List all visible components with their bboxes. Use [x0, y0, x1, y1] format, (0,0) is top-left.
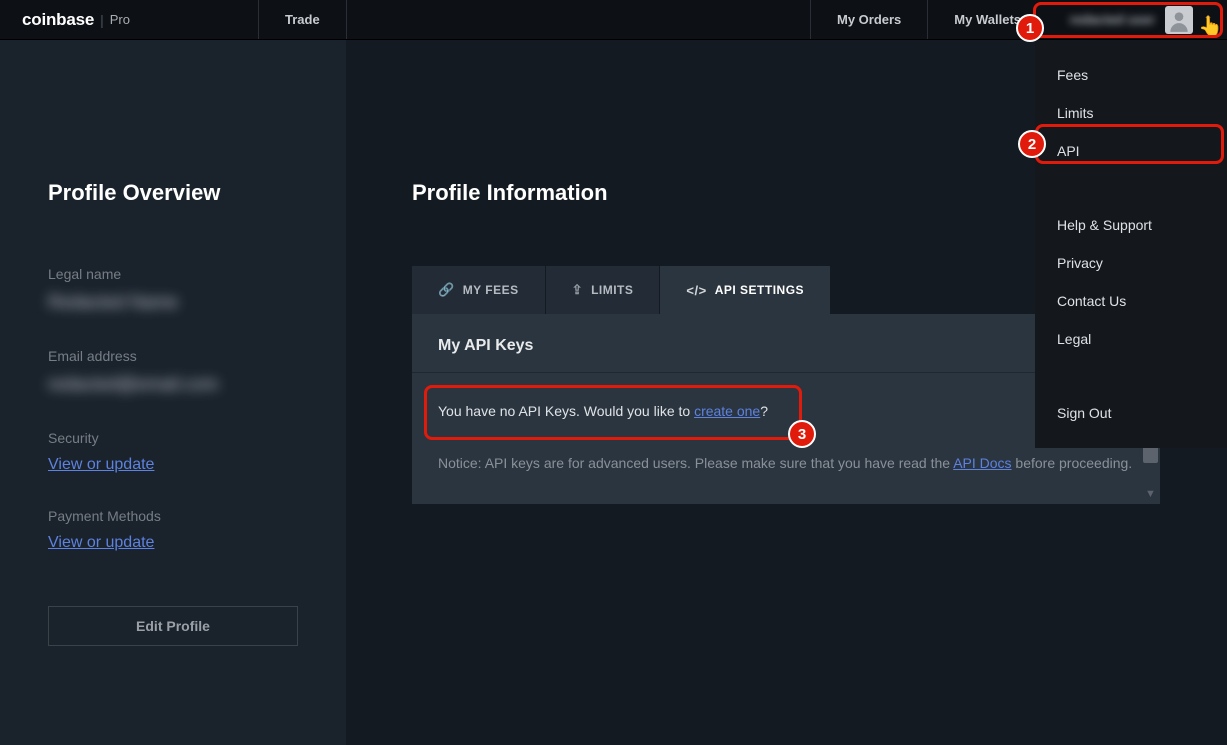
email-value: redacted@email.com	[48, 374, 298, 396]
dd-contact[interactable]: Contact Us	[1035, 282, 1227, 320]
dd-fees[interactable]: Fees	[1035, 56, 1227, 94]
link-icon: 🔗	[438, 282, 455, 298]
nav-my-wallets[interactable]: My Wallets	[927, 0, 1047, 39]
upload-icon: ⇪	[572, 282, 583, 298]
edit-profile-button[interactable]: Edit Profile	[48, 606, 298, 646]
no-api-text-prefix: You have no API Keys. Would you like to	[438, 403, 694, 419]
brand-logo[interactable]: coinbase | Pro	[0, 0, 259, 39]
brand-separator: |	[100, 12, 104, 28]
dd-privacy[interactable]: Privacy	[1035, 244, 1227, 282]
dd-limits[interactable]: Limits	[1035, 94, 1227, 132]
payment-label: Payment Methods	[48, 508, 298, 524]
brand-suffix: Pro	[110, 12, 130, 27]
chevron-up-icon: ⌃	[1203, 13, 1213, 27]
top-nav: coinbase | Pro Trade My Orders My Wallet…	[0, 0, 1227, 40]
user-dropdown: Fees Limits API Help & Support Privacy C…	[1035, 40, 1227, 448]
legal-name-label: Legal name	[48, 266, 298, 282]
code-icon: </>	[686, 283, 706, 298]
dd-signout[interactable]: Sign Out	[1035, 394, 1227, 432]
tab-api-settings-label: API SETTINGS	[715, 283, 804, 297]
dd-legal[interactable]: Legal	[1035, 320, 1227, 358]
create-one-link[interactable]: create one	[694, 403, 760, 419]
tab-api-settings[interactable]: </> API SETTINGS	[660, 266, 831, 314]
tab-limits-label: LIMITS	[591, 283, 633, 297]
dd-help[interactable]: Help & Support	[1035, 206, 1227, 244]
scrollbar-down-icon[interactable]: ▼	[1143, 488, 1158, 502]
nav-trade[interactable]: Trade	[259, 0, 347, 39]
dd-api[interactable]: API	[1035, 132, 1227, 170]
tab-limits[interactable]: ⇪ LIMITS	[546, 266, 661, 314]
security-label: Security	[48, 430, 298, 446]
brand-name: coinbase	[22, 10, 94, 30]
email-label: Email address	[48, 348, 298, 364]
notice-suffix: before proceeding.	[1012, 455, 1133, 471]
legal-name-value: Redacted Name	[48, 292, 298, 314]
main-content: Profile Information 🔗 MY FEES ⇪ LIMITS <…	[346, 40, 1227, 745]
nav-spacer	[347, 0, 810, 39]
payment-link[interactable]: View or update	[48, 534, 154, 552]
notice-prefix: Notice: API keys are for advanced users.…	[438, 455, 953, 471]
sidebar: Profile Overview Legal name Redacted Nam…	[0, 40, 346, 745]
nav-my-orders[interactable]: My Orders	[810, 0, 927, 39]
api-notice: Notice: API keys are for advanced users.…	[412, 449, 1160, 474]
panel-title: My API Keys	[438, 337, 533, 355]
tab-my-fees-label: MY FEES	[463, 283, 519, 297]
user-display-name: redacted user	[1070, 12, 1155, 27]
user-menu-toggle[interactable]: redacted user ⌃ 👆	[1047, 0, 1227, 39]
api-docs-link[interactable]: API Docs	[953, 455, 1011, 471]
tab-my-fees[interactable]: 🔗 MY FEES	[412, 266, 546, 314]
no-api-text-suffix: ?	[760, 403, 768, 419]
sidebar-title: Profile Overview	[48, 180, 298, 206]
security-link[interactable]: View or update	[48, 456, 154, 474]
avatar	[1165, 6, 1193, 34]
